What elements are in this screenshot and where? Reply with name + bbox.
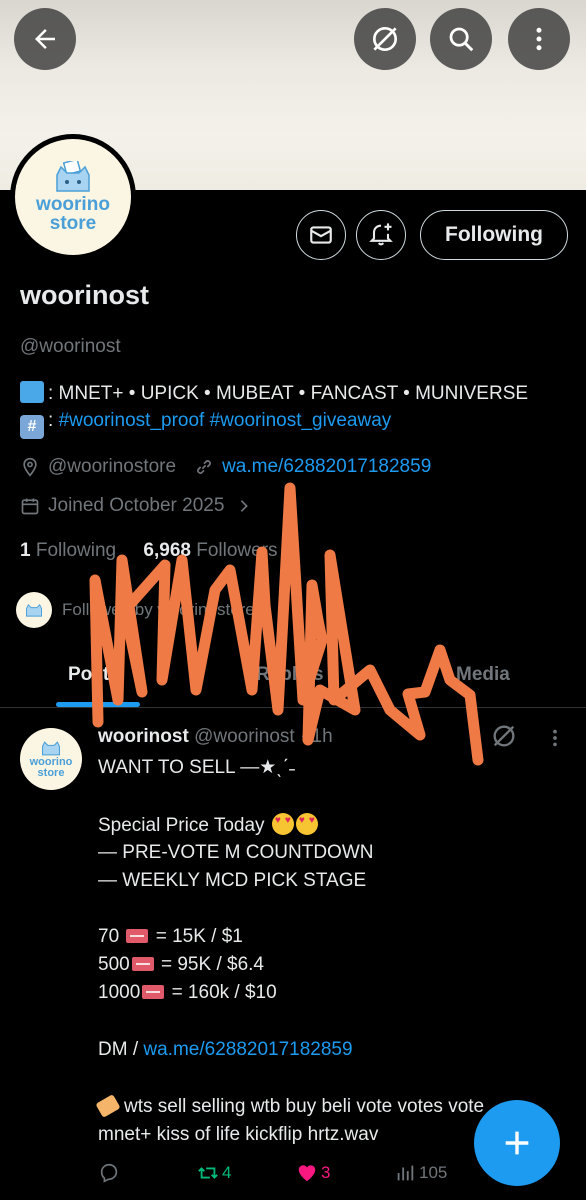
post-header: woorinost @woorinost · 1h (98, 726, 333, 748)
ballot-box-emoji-icon (20, 381, 44, 403)
back-button[interactable] (14, 8, 76, 70)
followed-by-row[interactable]: Followed by woorinostore (16, 592, 255, 628)
post-author-handle[interactable]: @woorinost (194, 726, 295, 747)
ticket-emoji-icon (142, 985, 165, 999)
profile-website-link[interactable]: wa.me/62882017182859 (222, 456, 431, 478)
ticket-emoji-icon (131, 957, 154, 971)
bar-chart-icon (397, 1165, 414, 1181)
bio-hashtags[interactable]: #woorinost_proof #woorinost_giveaway (59, 410, 392, 431)
search-icon (449, 27, 474, 52)
heart-eyes-emoji-icon (295, 813, 318, 835)
link-icon (197, 460, 211, 474)
bio-line-1-text: : MNET+ • UPICK • MUBEAT • FANCAST • MUN… (48, 383, 529, 404)
post-keywords-1: wts sell selling wtb buy beli vote votes… (124, 1096, 485, 1117)
followers-count-link[interactable]: 6,968 Followers (143, 540, 277, 561)
following-label: Following (35, 540, 117, 561)
profile-location: @woorinostore (48, 456, 177, 477)
following-button[interactable]: Following (420, 210, 568, 260)
post-text-line: wts sell selling wtb buy beli vote votes… (95, 1094, 485, 1118)
post-link[interactable]: wa.me/62882017182859 (143, 1039, 352, 1060)
bio-line-2: #: #woorinost_proof #woorinost_giveaway (20, 410, 391, 439)
heart-filled-icon (298, 1165, 316, 1182)
profile-avatar[interactable]: woorino store (10, 134, 136, 260)
tab-replies[interactable]: Replies (256, 664, 324, 686)
notifications-button[interactable] (356, 210, 406, 260)
followed-by-avatar (16, 592, 52, 628)
profile-name: woorinost (20, 280, 149, 310)
bio-line-2-prefix: : (48, 410, 54, 431)
post-text-line: mnet+ kiss of life kickflip hrtz.wav (98, 1124, 379, 1145)
cat-logo-icon (42, 741, 60, 756)
calendar-icon (21, 498, 39, 515)
compose-post-button[interactable] (474, 1100, 560, 1186)
cat-ballot-logo-icon (56, 161, 90, 192)
chevron-right-icon[interactable] (236, 498, 252, 514)
post-avatar-text-2: store (37, 767, 65, 779)
profile-meta-row-1: @woorinostore wa.me/62882017182859 (20, 456, 431, 478)
price-value: = 15K / $1 (155, 926, 243, 947)
profile-meta-row-2: Joined October 2025 (20, 495, 252, 517)
retweet-count: 4 (222, 1163, 232, 1182)
heart-eyes-emoji-icon (271, 813, 294, 835)
price-value: = 160k / $10 (171, 982, 277, 1003)
price-qty: 70 (98, 926, 120, 947)
followers-label: Followers (196, 540, 278, 561)
post-price-line: 1000 = 160k / $10 (98, 982, 277, 1004)
following-count: 1 (20, 540, 31, 561)
grok-icon[interactable] (490, 722, 518, 750)
label-tag-emoji-icon (95, 1094, 121, 1118)
profile-handle: @woorinost (20, 336, 121, 357)
post-author-name[interactable]: woorinost (98, 726, 189, 747)
like-button[interactable]: 3 (296, 1162, 330, 1184)
post-text-line: Special Price Today (98, 813, 318, 837)
retweet-button[interactable]: 4 (196, 1162, 231, 1184)
post-special-price: Special Price Today (98, 815, 265, 836)
avatar-logo-text-1: woorino (36, 194, 110, 215)
tab-posts[interactable]: Posts (68, 664, 120, 686)
plus-icon (505, 1131, 529, 1155)
more-vertical-icon (536, 27, 542, 51)
post-more-icon[interactable] (544, 727, 566, 749)
active-tab-indicator (56, 702, 140, 707)
bell-plus-icon (369, 223, 393, 246)
post-text-line: DM / wa.me/62882017182859 (98, 1039, 353, 1061)
views-button[interactable]: 105 (394, 1162, 447, 1184)
retweet-icon (198, 1167, 218, 1179)
grok-button[interactable] (354, 8, 416, 70)
post-author-avatar[interactable]: woorino store (20, 728, 82, 790)
post-price-line: 70 = 15K / $1 (98, 926, 243, 948)
followed-by-text: Followed by woorinostore (62, 600, 255, 619)
profile-joined: Joined October 2025 (48, 495, 225, 516)
search-button[interactable] (430, 8, 492, 70)
ticket-emoji-icon (126, 929, 149, 943)
post-price-line: 500 = 95K / $6.4 (98, 954, 264, 976)
hash-emoji-icon: # (20, 415, 44, 439)
following-count-link[interactable]: 1 Following (20, 540, 116, 561)
profile-tabs: Posts Replies Media (0, 640, 586, 708)
follow-counts: 1 Following 6,968 Followers (20, 540, 278, 562)
price-qty: 500 (98, 954, 130, 975)
post-dm-label: DM / (98, 1039, 139, 1060)
price-qty: 1000 (98, 982, 141, 1003)
avatar-logo-text-2: store (49, 213, 97, 234)
post-text-line: WANT TO SELL —★ˎˊ˗ (98, 757, 296, 778)
followers-count: 6,968 (143, 540, 191, 561)
envelope-icon (310, 226, 332, 244)
post-time[interactable]: · 1h (300, 726, 333, 747)
message-button[interactable] (296, 210, 346, 260)
post-text-line: — PRE-VOTE M COUNTDOWN (98, 842, 374, 863)
price-value: = 95K / $6.4 (160, 954, 264, 975)
grok-icon (373, 27, 397, 51)
more-options-button[interactable] (508, 8, 570, 70)
reply-button[interactable] (98, 1162, 120, 1184)
reply-icon (100, 1163, 118, 1183)
bio-line-1: : MNET+ • UPICK • MUBEAT • FANCAST • MUN… (20, 381, 528, 405)
location-pin-icon (23, 457, 37, 477)
tab-media[interactable]: Media (456, 664, 510, 686)
cat-logo-icon (26, 604, 42, 617)
post-text-line: — WEEKLY MCD PICK STAGE (98, 870, 367, 891)
like-count: 3 (321, 1163, 331, 1182)
view-count: 105 (419, 1163, 448, 1182)
arrow-left-icon (35, 29, 55, 49)
